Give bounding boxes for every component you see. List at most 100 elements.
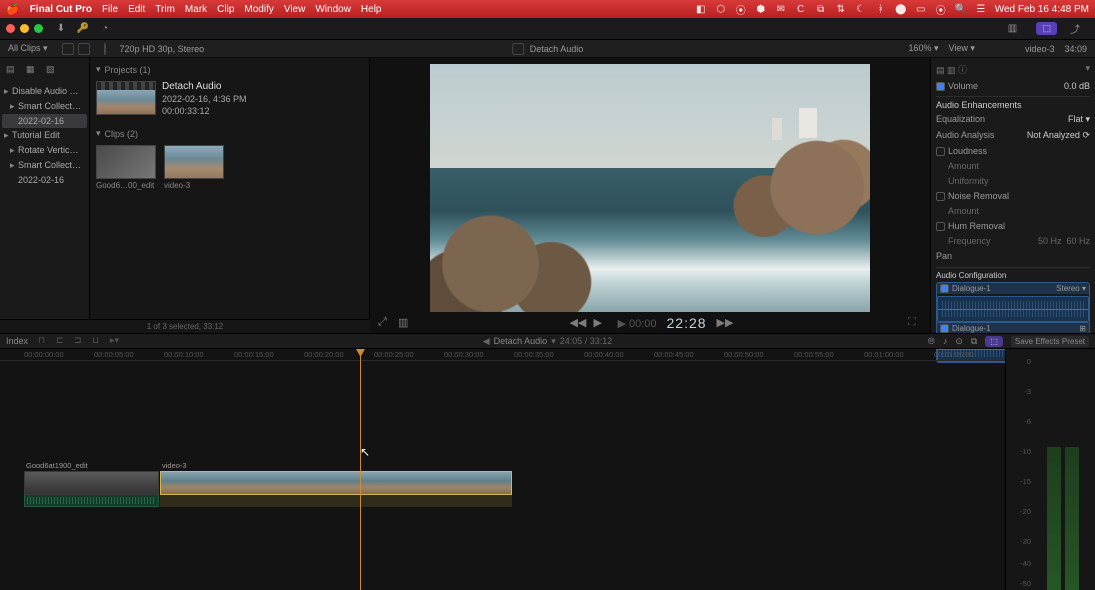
timecode-display[interactable]: 22:28 — [667, 315, 707, 331]
fullscreen-icon[interactable]: ⛶ — [908, 316, 922, 330]
battery-icon[interactable]: ▭ — [915, 3, 927, 15]
timeline-tracks[interactable]: 00:00:00:00 00:00:05:00 00:00:10:00 00:0… — [0, 349, 1005, 590]
save-preset-button[interactable]: Save Effects Preset — [1011, 336, 1089, 347]
insert-icon[interactable]: ⊏ — [56, 335, 68, 347]
photos-icon[interactable]: ▦ — [26, 64, 40, 78]
status-icon[interactable]: ⧉ — [815, 3, 827, 15]
channel-icon[interactable]: ⊞ — [1079, 324, 1086, 333]
menu-trim[interactable]: Trim — [155, 4, 175, 15]
control-center-icon[interactable]: ☰ — [975, 3, 987, 15]
menu-help[interactable]: Help — [361, 4, 382, 15]
library-item[interactable]: ▸Tutorial Edit — [2, 128, 87, 143]
menu-clip[interactable]: Clip — [217, 4, 234, 15]
next-edit-button[interactable]: ▶▶ — [717, 316, 731, 330]
status-icon[interactable]: ⦿ — [735, 3, 747, 15]
library-item[interactable]: 2022-02-16 — [2, 173, 87, 187]
timeline-clip-audio[interactable] — [24, 495, 159, 507]
overwrite-icon[interactable]: ⊔ — [92, 335, 104, 347]
menubar-clock[interactable]: Wed Feb 16 4:48 PM — [995, 4, 1089, 15]
browser-filter-bar: All Clips ▾ 720p HD 30p, Stereo Detach A… — [0, 40, 1095, 58]
audio-config-section[interactable]: Audio Configuration — [936, 267, 1090, 280]
bluetooth-icon[interactable]: ᚼ — [875, 3, 887, 15]
clip-thumbnail[interactable] — [96, 145, 156, 179]
titles-icon[interactable]: ▧ — [46, 64, 60, 78]
fit-icon[interactable]: ⤢ — [378, 316, 392, 330]
share-icon[interactable]: ⤴ — [1067, 21, 1083, 37]
volume-value[interactable]: 0.0 dB — [1064, 81, 1090, 91]
project-thumbnail[interactable] — [96, 81, 156, 115]
transport-controls: ⤢ ▥ ◀◀ ▶ ▶ 00:00 22:28 ▶▶ ⛶ — [370, 313, 930, 333]
workspace-tag[interactable]: ⬚ — [1036, 22, 1057, 35]
audio-waveform[interactable] — [937, 296, 1089, 322]
menu-window[interactable]: Window — [315, 4, 351, 15]
analysis-value[interactable]: Not Analyzed ⟳ — [1027, 130, 1090, 141]
prev-edit-button[interactable]: ◀◀ — [569, 316, 583, 330]
status-icon[interactable]: ◧ — [695, 3, 707, 15]
connect-icon[interactable]: ⊓ — [38, 335, 50, 347]
clip-item[interactable]: video-3 — [164, 145, 224, 190]
scopes-icon[interactable]: ▥ — [398, 316, 412, 330]
menu-modify[interactable]: Modify — [244, 4, 273, 15]
solo-icon[interactable]: ⊙ — [955, 336, 963, 347]
clip-item[interactable]: Good6…00_edit — [96, 145, 156, 190]
menu-mark[interactable]: Mark — [185, 4, 207, 15]
playhead[interactable] — [360, 349, 361, 590]
filmstrip-view-icon[interactable] — [62, 43, 74, 55]
apple-menu-icon[interactable]: 🍎 — [6, 3, 20, 16]
minimize-window-button[interactable] — [20, 24, 29, 33]
timeline-clip-audio[interactable] — [160, 495, 512, 507]
menu-file[interactable]: File — [102, 4, 118, 15]
timeline-toolbar: Index ⊓ ⊏ ⊐ ⊔ ▸▾ ◀ Detach Audio ▾ 24:05 … — [0, 333, 1095, 349]
project-item[interactable]: Detach Audio 2022-02-16, 4:36 PM 00:00:3… — [96, 81, 363, 116]
timeline-project-name[interactable]: Detach Audio — [494, 336, 548, 346]
timeline-clip[interactable] — [24, 471, 159, 495]
viewer-canvas[interactable] — [430, 64, 870, 312]
bg-tasks-icon[interactable]: ◔ — [97, 21, 113, 37]
effects-browser-button[interactable]: ⬚ — [985, 336, 1003, 347]
menu-edit[interactable]: Edit — [128, 4, 145, 15]
channel-mode[interactable]: Stereo ▾ — [1056, 284, 1086, 293]
eq-preset[interactable]: Flat ▾ — [1068, 114, 1090, 125]
import-icon[interactable]: ⬇ — [53, 21, 69, 37]
library-item[interactable]: ▸Smart Collections — [2, 158, 87, 173]
audio-enhancements-section[interactable]: Audio Enhancements — [936, 96, 1090, 110]
library-item-selected[interactable]: 2022-02-16 — [2, 114, 87, 128]
status-icon[interactable]: ⬢ — [755, 3, 767, 15]
append-icon[interactable]: ⊐ — [74, 335, 86, 347]
clip-thumbnail[interactable] — [164, 145, 224, 179]
workspace-icon[interactable]: ▥ — [1004, 21, 1020, 37]
clip-label: Good6at1900_edit — [26, 461, 88, 470]
status-icon[interactable]: ⬡ — [715, 3, 727, 15]
keyword-icon[interactable]: 🔑 — [75, 21, 91, 37]
status-icon[interactable]: C — [795, 3, 807, 15]
list-view-icon[interactable] — [78, 43, 90, 55]
status-icon[interactable]: ✉ — [775, 3, 787, 15]
app-name[interactable]: Final Cut Pro — [30, 4, 92, 15]
zoom-window-button[interactable] — [34, 24, 43, 33]
zoom-level[interactable]: 160% ▾ — [908, 43, 938, 54]
library-item[interactable]: ▸Rotate Vertical Videos — [2, 143, 87, 158]
close-window-button[interactable] — [6, 24, 15, 33]
search-icon[interactable]: 🔍 — [955, 3, 967, 15]
skimming-icon[interactable]: ⦾ — [928, 336, 935, 347]
clip-filter-dropdown[interactable]: All Clips ▾ — [8, 43, 48, 54]
library-item[interactable]: ▸Smart Collections — [2, 99, 87, 114]
wifi-icon[interactable]: ⦿ — [935, 3, 947, 15]
status-icon[interactable]: ⬤ — [895, 3, 907, 15]
projects-header[interactable]: ▾ Projects (1) — [96, 62, 363, 77]
menu-view[interactable]: View — [284, 4, 306, 15]
timeline-index-button[interactable]: Index — [6, 336, 28, 346]
library-icon[interactable]: ▤ — [6, 64, 20, 78]
clip-appearance-icon[interactable] — [104, 43, 106, 55]
timeline-clip-selected[interactable] — [160, 471, 512, 495]
clips-header[interactable]: ▾ Clips (2) — [96, 126, 363, 141]
audio-skim-icon[interactable]: ♪ — [943, 336, 948, 346]
status-icon[interactable]: ⇅ — [835, 3, 847, 15]
status-icon[interactable]: ☾ — [855, 3, 867, 15]
snap-icon[interactable]: ⧉ — [971, 336, 977, 347]
view-menu[interactable]: View ▾ — [949, 43, 975, 54]
play-button[interactable]: ▶ — [593, 316, 607, 330]
library-item[interactable]: ▸Disable Audio on a Clip — [2, 84, 87, 99]
tools-dropdown[interactable]: ▸▾ — [110, 335, 122, 347]
timeline-ruler[interactable]: 00:00:00:00 00:00:05:00 00:00:10:00 00:0… — [0, 349, 1005, 361]
